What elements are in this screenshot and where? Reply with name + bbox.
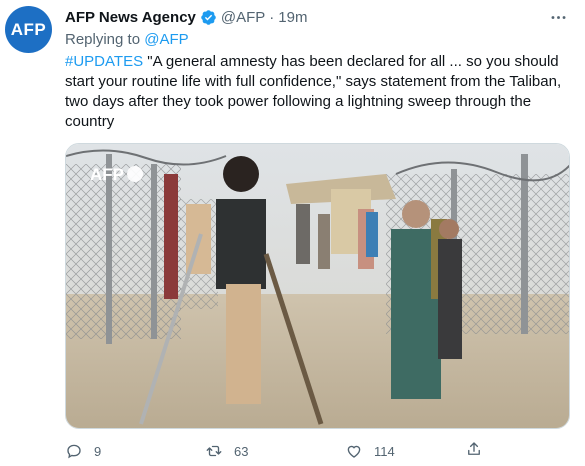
photo-watermark: AFP bbox=[90, 165, 124, 184]
replying-to: Replying to @AFP bbox=[65, 31, 189, 48]
reply-button[interactable]: 9 bbox=[65, 442, 205, 460]
like-icon bbox=[345, 442, 363, 460]
retweet-icon bbox=[205, 442, 223, 460]
hashtag-link[interactable]: #UPDATES bbox=[65, 53, 143, 70]
avatar[interactable]: AFP bbox=[5, 6, 52, 53]
reply-count: 9 bbox=[94, 443, 102, 459]
share-icon[interactable] bbox=[465, 440, 485, 460]
replying-handle-link[interactable]: @AFP bbox=[144, 31, 188, 48]
author-handle[interactable]: @AFP bbox=[221, 9, 265, 26]
avatar-text: AFP bbox=[10, 19, 47, 39]
like-count: 114 bbox=[374, 443, 395, 459]
more-icon[interactable] bbox=[547, 6, 569, 28]
separator-dot: · bbox=[269, 8, 275, 26]
tweet-actions: 9 63 114 bbox=[65, 440, 485, 462]
tweet-photo[interactable]: AFP bbox=[65, 143, 570, 429]
tweet-text: #UPDATES "A general amnesty has been dec… bbox=[65, 52, 577, 132]
reply-icon bbox=[65, 442, 83, 460]
tweet-header: AFP News Agency @AFP · 19m bbox=[65, 6, 565, 28]
verified-icon bbox=[200, 9, 217, 26]
retweet-button[interactable]: 63 bbox=[205, 442, 345, 460]
retweet-count: 63 bbox=[234, 443, 249, 459]
tweet-time[interactable]: 19m bbox=[278, 9, 307, 26]
replying-prefix: Replying to bbox=[65, 31, 141, 48]
tweet: AFP AFP News Agency @AFP · 19m Replying … bbox=[0, 0, 585, 466]
photo-scene: AFP bbox=[66, 144, 569, 428]
like-button[interactable]: 114 bbox=[345, 442, 485, 460]
author-name[interactable]: AFP News Agency bbox=[65, 9, 196, 26]
